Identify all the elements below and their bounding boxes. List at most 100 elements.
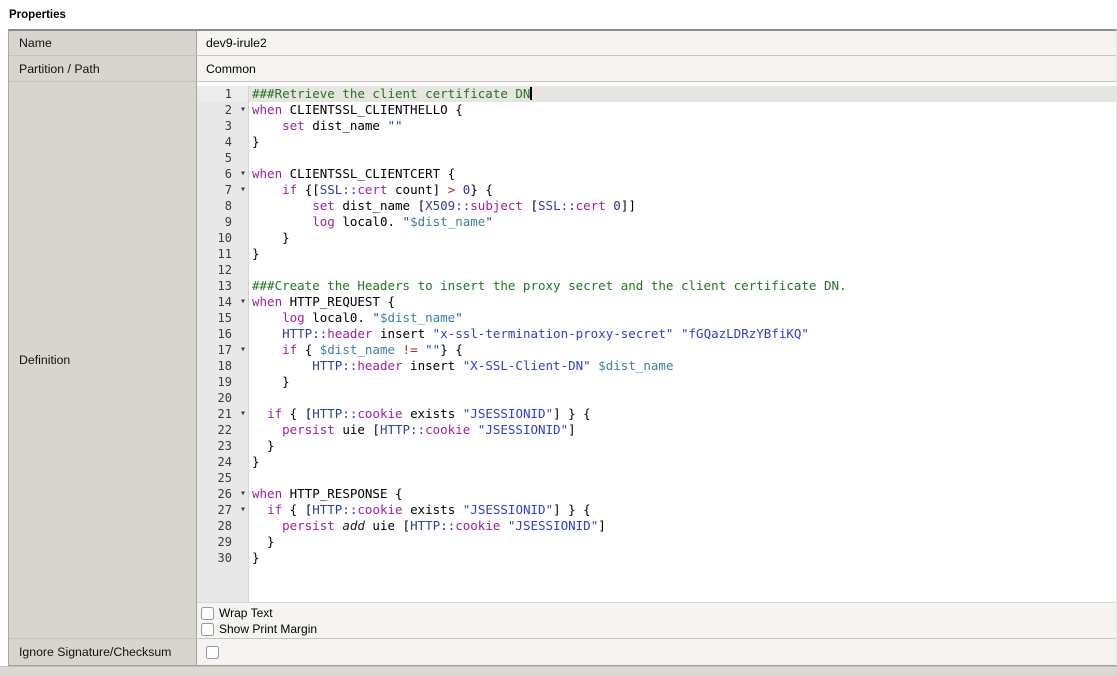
fold-arrow-icon[interactable]: ▾ xyxy=(240,102,246,118)
fold-arrow-icon[interactable]: ▾ xyxy=(240,166,246,182)
code-line-22[interactable]: 22 persist uie [HTTP::cookie "JSESSIONID… xyxy=(197,422,1116,438)
fold-arrow-icon[interactable]: ▾ xyxy=(240,486,246,502)
line-number: 2▾ xyxy=(197,102,249,118)
fold-arrow-icon[interactable]: ▾ xyxy=(240,502,246,518)
property-row-partition-path: Partition / Path Common xyxy=(9,56,1116,82)
code-text: if { [HTTP::cookie exists "JSESSIONID"] … xyxy=(249,406,1116,422)
fold-arrow-icon[interactable]: ▾ xyxy=(240,182,246,198)
code-line-28[interactable]: 28 persist add uie [HTTP::cookie "JSESSI… xyxy=(197,518,1116,534)
code-line-9[interactable]: 9 log local0. "$dist_name" xyxy=(197,214,1116,230)
line-number: 10 xyxy=(197,230,249,246)
code-line-13[interactable]: 13###Create the Headers to insert the pr… xyxy=(197,278,1116,294)
ignore-signature-field-label: Ignore Signature/Checksum xyxy=(9,639,197,665)
ignore-signature-field-content xyxy=(197,639,1116,665)
properties-section-title: Properties xyxy=(0,0,1117,29)
line-number: 23 xyxy=(197,438,249,454)
code-line-6[interactable]: 6▾when CLIENTSSL_CLIENTCERT { xyxy=(197,166,1116,182)
code-text: } xyxy=(249,534,1116,550)
editor-options: Wrap Text Show Print Margin xyxy=(197,602,1116,638)
name-field-label: Name xyxy=(9,31,197,55)
code-text: if { [HTTP::cookie exists "JSESSIONID"] … xyxy=(249,502,1116,518)
code-line-4[interactable]: 4} xyxy=(197,134,1116,150)
line-number: 11 xyxy=(197,246,249,262)
code-text: if {[SSL::cert count] > 0} { xyxy=(249,182,1116,198)
line-number: 1 xyxy=(197,86,249,102)
code-line-26[interactable]: 26▾when HTTP_RESPONSE { xyxy=(197,486,1116,502)
code-line-24[interactable]: 24} xyxy=(197,454,1116,470)
page-bottom-strip xyxy=(0,666,1117,676)
line-number: 30 xyxy=(197,550,249,566)
code-text: persist add uie [HTTP::cookie "JSESSIONI… xyxy=(249,518,1116,534)
code-text: } xyxy=(249,550,1116,566)
line-number: 5 xyxy=(197,150,249,166)
code-line-21[interactable]: 21▾ if { [HTTP::cookie exists "JSESSIONI… xyxy=(197,406,1116,422)
code-text: when CLIENTSSL_CLIENTCERT { xyxy=(249,166,1116,182)
line-number: 12 xyxy=(197,262,249,278)
code-text: } xyxy=(249,454,1116,470)
code-text: } xyxy=(249,374,1116,390)
code-text: set dist_name [X509::subject [SSL::cert … xyxy=(249,198,1116,214)
code-line-18[interactable]: 18 HTTP::header insert "X-SSL-Client-DN"… xyxy=(197,358,1116,374)
name-field-value: dev9-irule2 xyxy=(197,31,1116,55)
fold-arrow-icon[interactable]: ▾ xyxy=(240,342,246,358)
line-number: 15 xyxy=(197,310,249,326)
code-line-3[interactable]: 3 set dist_name "" xyxy=(197,118,1116,134)
code-line-15[interactable]: 15 log local0. "$dist_name" xyxy=(197,310,1116,326)
line-number: 19 xyxy=(197,374,249,390)
code-text: persist uie [HTTP::cookie "JSESSIONID"] xyxy=(249,422,1116,438)
line-number: 20 xyxy=(197,390,249,406)
code-line-1[interactable]: 1###Retrieve the client certificate DN xyxy=(197,86,1116,102)
code-line-11[interactable]: 11} xyxy=(197,246,1116,262)
ignore-signature-checkbox[interactable] xyxy=(206,646,219,659)
code-line-29[interactable]: 29 } xyxy=(197,534,1116,550)
code-line-12[interactable]: 12 xyxy=(197,262,1116,278)
fold-arrow-icon[interactable]: ▾ xyxy=(240,294,246,310)
line-number: 26▾ xyxy=(197,486,249,502)
code-text xyxy=(249,470,1116,486)
code-text: when CLIENTSSL_CLIENTHELLO { xyxy=(249,102,1116,118)
line-number: 21▾ xyxy=(197,406,249,422)
code-line-10[interactable]: 10 } xyxy=(197,230,1116,246)
code-line-23[interactable]: 23 } xyxy=(197,438,1116,454)
code-text: HTTP::header insert "x-ssl-termination-p… xyxy=(249,326,1116,342)
definition-field-content: 1###Retrieve the client certificate DN2▾… xyxy=(197,82,1116,638)
code-text xyxy=(249,262,1116,278)
code-text: ###Create the Headers to insert the prox… xyxy=(249,278,1116,294)
wrap-text-label: Wrap Text xyxy=(219,606,273,620)
editor-lines: 1###Retrieve the client certificate DN2▾… xyxy=(197,86,1116,566)
line-number: 28 xyxy=(197,518,249,534)
code-line-7[interactable]: 7▾ if {[SSL::cert count] > 0} { xyxy=(197,182,1116,198)
code-line-27[interactable]: 27▾ if { [HTTP::cookie exists "JSESSIONI… xyxy=(197,502,1116,518)
code-line-20[interactable]: 20 xyxy=(197,390,1116,406)
line-number: 7▾ xyxy=(197,182,249,198)
line-number: 16 xyxy=(197,326,249,342)
code-line-30[interactable]: 30} xyxy=(197,550,1116,566)
code-text: if { $dist_name != ""} { xyxy=(249,342,1116,358)
editor-gutter-filler xyxy=(197,566,1116,602)
code-line-14[interactable]: 14▾when HTTP_REQUEST { xyxy=(197,294,1116,310)
line-number: 4 xyxy=(197,134,249,150)
line-number: 27▾ xyxy=(197,502,249,518)
code-line-2[interactable]: 2▾when CLIENTSSL_CLIENTHELLO { xyxy=(197,102,1116,118)
code-line-17[interactable]: 17▾ if { $dist_name != ""} { xyxy=(197,342,1116,358)
line-number: 24 xyxy=(197,454,249,470)
code-line-16[interactable]: 16 HTTP::header insert "x-ssl-terminatio… xyxy=(197,326,1116,342)
partition-path-field-label: Partition / Path xyxy=(9,56,197,81)
code-line-8[interactable]: 8 set dist_name [X509::subject [SSL::cer… xyxy=(197,198,1116,214)
code-text: set dist_name "" xyxy=(249,118,1116,134)
property-row-ignore-signature: Ignore Signature/Checksum xyxy=(9,639,1116,665)
code-line-25[interactable]: 25 xyxy=(197,470,1116,486)
code-line-5[interactable]: 5 xyxy=(197,150,1116,166)
line-number: 22 xyxy=(197,422,249,438)
wrap-text-checkbox[interactable] xyxy=(201,607,214,620)
code-text: HTTP::header insert "X-SSL-Client-DN" $d… xyxy=(249,358,1116,374)
code-text: ###Retrieve the client certificate DN xyxy=(249,86,1116,102)
line-number: 6▾ xyxy=(197,166,249,182)
fold-arrow-icon[interactable]: ▾ xyxy=(240,406,246,422)
show-print-margin-option: Show Print Margin xyxy=(201,621,1116,637)
irule-definition-editor[interactable]: 1###Retrieve the client certificate DN2▾… xyxy=(197,82,1116,602)
code-text: } xyxy=(249,246,1116,262)
show-print-margin-checkbox[interactable] xyxy=(201,623,214,636)
definition-field-label: Definition xyxy=(9,82,197,638)
code-line-19[interactable]: 19 } xyxy=(197,374,1116,390)
